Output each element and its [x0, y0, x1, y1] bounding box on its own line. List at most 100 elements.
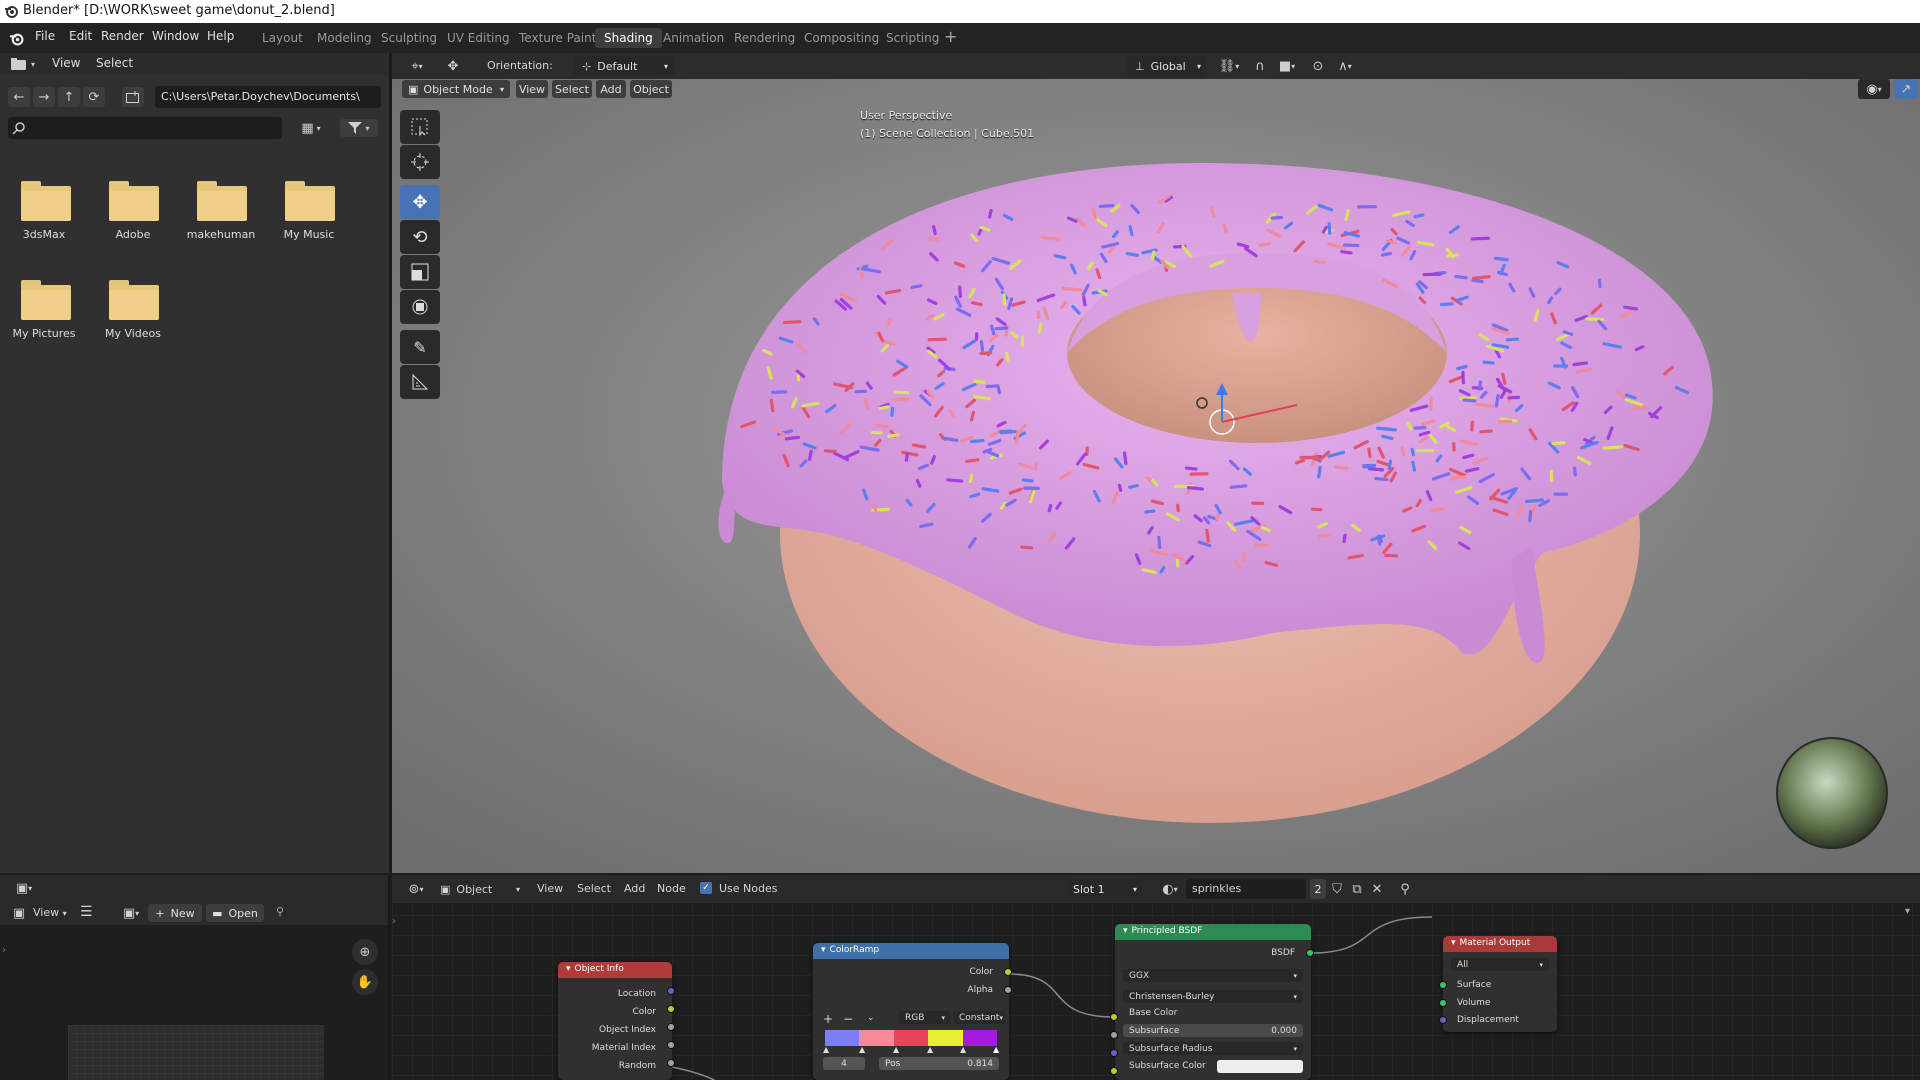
socket-location[interactable]: [667, 987, 675, 995]
socket-bsdf-out[interactable]: [1306, 949, 1314, 957]
move-icon[interactable]: ✥: [440, 57, 466, 75]
node-header[interactable]: ▾ Object Info: [558, 962, 672, 978]
socket-volume[interactable]: [1439, 999, 1447, 1007]
sidebar-collapse-icon[interactable]: ▾: [1905, 906, 1910, 917]
orientation-dropdown[interactable]: ⊹ Default ▾: [574, 56, 674, 76]
node-menu[interactable]: Node: [657, 882, 686, 895]
editor-type-node-icon[interactable]: ⊚ ▾: [402, 880, 430, 898]
hand-pan-icon[interactable]: ✋: [352, 969, 378, 995]
folder-item[interactable]: makehuman: [177, 165, 265, 255]
proportional-edit-icon[interactable]: ⊙: [1308, 57, 1328, 75]
search-field[interactable]: [8, 117, 282, 139]
object-menu[interactable]: Object: [630, 80, 672, 98]
color-stop-handle[interactable]: ▲: [927, 1045, 933, 1054]
material-output-node[interactable]: ▾ Material Output All ▾ Surface Volume Dis…: [1443, 936, 1557, 1032]
distribution-dropdown[interactable]: GGX ▾: [1123, 969, 1303, 982]
select-box-tool[interactable]: [400, 110, 440, 144]
socket-color[interactable]: [1004, 968, 1012, 976]
tab-uv-editing[interactable]: UV Editing: [438, 28, 519, 48]
socket-base-color[interactable]: [1110, 1013, 1118, 1021]
image-browse-icon[interactable]: ▣ ▾: [118, 904, 144, 922]
object-info-node[interactable]: ▾ Object Info Location Color Object Index…: [558, 962, 672, 1080]
select-menu[interactable]: Select: [96, 56, 133, 70]
new-folder-icon[interactable]: [122, 87, 144, 107]
socket-subsurface-radius[interactable]: [1110, 1049, 1118, 1057]
socket-random[interactable]: [667, 1059, 675, 1067]
pivot-point-icon[interactable]: ⛓ ▾: [1214, 57, 1244, 75]
pin-icon[interactable]: ⚲: [276, 905, 284, 918]
menu-window[interactable]: Window: [152, 29, 199, 43]
toolbar-expand-icon[interactable]: ›: [392, 916, 396, 927]
socket-subsurface-color[interactable]: [1110, 1067, 1118, 1075]
view-menu[interactable]: View ▾: [33, 906, 67, 919]
arrow-right-icon[interactable]: →: [33, 87, 55, 107]
socket-subsurface[interactable]: [1110, 1031, 1118, 1039]
folder-item[interactable]: My Music: [265, 165, 353, 255]
path-field[interactable]: C:\Users\Petar.Doychev\Documents\: [155, 86, 381, 108]
plus-icon[interactable]: +: [944, 27, 957, 46]
color-stop-handle[interactable]: ▲: [960, 1045, 966, 1054]
tab-scripting[interactable]: Scripting: [877, 28, 948, 48]
select-menu[interactable]: Select: [577, 882, 611, 895]
socket-alpha[interactable]: [1004, 986, 1012, 994]
snap-magnet-icon[interactable]: ∩: [1250, 57, 1270, 75]
tab-animation[interactable]: Animation: [654, 28, 733, 48]
image-icon[interactable]: ▣: [10, 904, 28, 922]
display-mode-grid-icon[interactable]: ▦ ▾: [293, 119, 329, 137]
move-tool[interactable]: ✥: [400, 185, 440, 219]
node-header[interactable]: ▾ Material Output: [1443, 936, 1557, 952]
material-name-field[interactable]: sprinkles: [1186, 879, 1306, 899]
duplicate-material-icon[interactable]: ⧉: [1348, 879, 1366, 899]
tab-rendering[interactable]: Rendering: [725, 28, 804, 48]
slot-dropdown[interactable]: Slot 1 ▾: [1067, 879, 1143, 899]
transform-orientation-dropdown[interactable]: ⊥ Global ▾: [1127, 56, 1207, 76]
color-stop-handle[interactable]: ▲: [859, 1045, 865, 1054]
view-menu[interactable]: View: [537, 882, 563, 895]
subsurface-radius-dropdown[interactable]: Subsurface Radius ▾: [1123, 1042, 1303, 1055]
socket-surface[interactable]: [1439, 981, 1447, 989]
parent-directory-icon[interactable]: ↑: [58, 87, 80, 107]
3d-viewport[interactable]: User Perspective (1) Scene Collection | …: [392, 53, 1920, 873]
editor-type-folder-icon[interactable]: ▾: [8, 56, 38, 72]
color-mode-dropdown[interactable]: RGB ▾: [899, 1011, 951, 1024]
add-stop-plus-icon[interactable]: +: [823, 1012, 833, 1026]
tab-shading[interactable]: Shading: [595, 28, 662, 48]
search-input[interactable]: [30, 119, 278, 137]
open-image-button[interactable]: ▬ Open: [206, 904, 264, 922]
use-nodes-checkbox[interactable]: ✓: [700, 882, 712, 894]
menu-hamburger-icon[interactable]: ☰: [80, 904, 93, 920]
colorramp-node[interactable]: ▾ ColorRamp Color Alpha + − ⌄ RGB ▾ Consta…: [813, 943, 1009, 1080]
tab-texture-paint[interactable]: Texture Paint: [510, 28, 605, 48]
menu-file[interactable]: File: [35, 29, 55, 43]
material-users-count[interactable]: 2: [1310, 879, 1326, 899]
tool-select-icon[interactable]: ⌖ ▾: [402, 57, 432, 75]
folder-item[interactable]: Adobe: [89, 165, 177, 255]
falloff-icon[interactable]: ∧ ▾: [1330, 57, 1360, 75]
subsurface-method-dropdown[interactable]: Christensen-Burley ▾: [1123, 990, 1303, 1003]
material-browse-icon[interactable]: ◐ ▾: [1157, 879, 1183, 899]
principled-bsdf-node[interactable]: ▾ Principled BSDF BSDF GGX ▾ Christensen-B…: [1115, 924, 1311, 1080]
node-header[interactable]: ▾ Principled BSDF: [1115, 924, 1311, 940]
menu-help[interactable]: Help: [207, 29, 234, 43]
refresh-icon[interactable]: ⟳: [83, 87, 105, 107]
mode-dropdown[interactable]: ▣ Object Mode ▾: [402, 80, 510, 98]
pin-icon[interactable]: ⚲: [1396, 879, 1414, 899]
add-menu[interactable]: Add: [596, 80, 626, 98]
blender-menu-icon[interactable]: [9, 31, 24, 46]
fake-user-shield-icon[interactable]: ⛉: [1328, 879, 1346, 899]
add-menu[interactable]: Add: [624, 882, 645, 895]
color-ramp-gradient[interactable]: [825, 1030, 998, 1046]
menu-render[interactable]: Render: [101, 29, 144, 43]
measure-tool[interactable]: [400, 365, 440, 399]
remove-stop-minus-icon[interactable]: −: [843, 1012, 853, 1026]
arrow-left-icon[interactable]: ←: [8, 87, 30, 107]
zoom-icon[interactable]: ⊕: [352, 939, 378, 965]
color-stop-handle[interactable]: ▲: [893, 1045, 899, 1054]
transform-tool[interactable]: [400, 290, 440, 324]
annotate-tool[interactable]: ✎: [400, 330, 440, 364]
view-menu[interactable]: View: [516, 80, 548, 98]
tab-sculpting[interactable]: Sculpting: [372, 28, 446, 48]
tab-layout[interactable]: Layout: [253, 28, 312, 48]
folder-item[interactable]: My Pictures: [0, 264, 88, 354]
gizmo-toggle-icon[interactable]: ↗: [1894, 79, 1918, 99]
